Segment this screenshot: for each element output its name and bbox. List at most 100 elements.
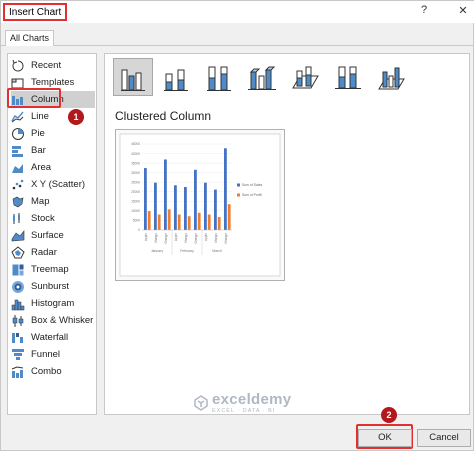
sidebar-item-label: Histogram <box>31 298 75 309</box>
funnel-chart-icon <box>11 348 25 362</box>
sidebar-item-treemap[interactable]: Treemap <box>11 261 95 278</box>
exceldemy-watermark: exceldemy EXCEL · DATA · BI <box>193 391 291 414</box>
exceldemy-logo-icon <box>194 394 208 411</box>
stock-chart-icon <box>11 212 25 226</box>
sidebar-item-recent[interactable]: Recent <box>11 57 95 74</box>
sidebar-item-sunburst[interactable]: Sunburst <box>11 278 95 295</box>
preview-x-tick: Mango <box>214 233 218 243</box>
close-button[interactable]: ✕ <box>456 4 470 17</box>
sidebar-item-label: X Y (Scatter) <box>31 179 86 190</box>
sidebar-item-combo[interactable]: Combo <box>11 363 95 380</box>
preview-chart: 0 5000 10000 15000 20000 25000 30000 35000 40000… <box>119 133 281 277</box>
box-whisker-chart-icon <box>11 314 25 328</box>
preview-x-tick: Mango <box>184 233 188 243</box>
surface-chart-icon <box>11 229 25 243</box>
sidebar-item-bar[interactable]: Bar <box>11 142 95 159</box>
sidebar-item-label: Area <box>31 162 52 173</box>
sidebar-item-stock[interactable]: Stock <box>11 210 95 227</box>
preview-bar-sales <box>154 182 157 230</box>
radar-chart-icon <box>11 245 25 260</box>
area-chart-icon <box>11 161 25 175</box>
help-button[interactable]: ? <box>417 4 431 16</box>
preview-y-tick: 35000 <box>131 161 140 165</box>
sidebar-item-surface[interactable]: Surface <box>11 227 95 244</box>
preview-bar-profit <box>157 214 161 230</box>
tab-strip: All Charts <box>1 29 474 46</box>
sidebar-item-funnel[interactable]: Funnel <box>11 346 95 363</box>
sidebar-item-pie[interactable]: Pie <box>11 125 95 142</box>
scatter-chart-icon <box>11 178 25 192</box>
combo-chart-icon <box>11 365 25 379</box>
subtype-100-stacked-column-button[interactable] <box>199 58 239 96</box>
sidebar-item-label: Combo <box>31 366 62 377</box>
watermark-name: exceldemy <box>212 391 292 408</box>
subtype-3d-stacked-column-button[interactable] <box>285 58 325 96</box>
preview-y-tick: 40000 <box>131 152 140 156</box>
preview-y-tick: 30000 <box>131 171 140 175</box>
clustered-column-icon <box>121 69 145 91</box>
subtype-3d-100-stacked-column-button[interactable] <box>328 58 368 96</box>
preview-bar-sales <box>224 148 227 230</box>
sidebar-item-map[interactable]: Map <box>11 193 95 210</box>
subtype-clustered-column-button[interactable] <box>113 58 153 96</box>
percent-stacked-column-icon <box>207 66 231 91</box>
preview-y-tick: 20000 <box>131 190 140 194</box>
preview-bar-profit <box>197 212 201 230</box>
sidebar-item-label: Waterfall <box>31 332 69 343</box>
sidebar-item-box-whisker[interactable]: Box & Whisker <box>11 312 95 329</box>
chart-preview-panel: Clustered Column 0 5000 10000 15000 20000 250… <box>104 53 470 415</box>
column-highlight-box <box>7 88 61 108</box>
cancel-button[interactable]: Cancel <box>417 429 471 447</box>
sidebar-item-label: Map <box>31 196 50 207</box>
stacked-column-icon <box>164 69 188 91</box>
subtype-stacked-column-button[interactable] <box>156 58 196 96</box>
sidebar-item-waterfall[interactable]: Waterfall <box>11 329 95 346</box>
line-chart-icon <box>11 110 25 124</box>
3d-percent-stacked-column-icon <box>335 66 361 89</box>
subtype-3d-clustered-column-button[interactable] <box>242 58 282 96</box>
preview-x-tick: Apple <box>144 233 148 241</box>
subtype-3d-column-button[interactable] <box>371 58 411 96</box>
sidebar-item-label: Sunburst <box>31 281 70 292</box>
preview-bar-profit <box>177 214 181 230</box>
preview-bar-profit <box>167 209 171 230</box>
treemap-chart-icon <box>11 263 25 277</box>
sidebar-item-radar[interactable]: Radar <box>11 244 95 261</box>
preview-x-tick: Apple <box>174 233 178 241</box>
sidebar-item-area[interactable]: Area <box>11 159 95 176</box>
tab-all-charts[interactable]: All Charts <box>5 30 55 46</box>
sidebar-item-label: Radar <box>31 247 57 258</box>
sidebar-item-label: Box & Whisker <box>31 315 94 326</box>
sidebar-item-x-y-scatter[interactable]: X Y (Scatter) <box>11 176 95 193</box>
3d-column-icon <box>378 67 405 90</box>
preview-bar-profit <box>187 216 191 230</box>
preview-bar-sales <box>204 182 207 230</box>
preview-y-tick: 10000 <box>131 209 140 213</box>
insert-chart-dialog: Insert Chart ? ✕ All Charts Recent Templa… <box>0 0 474 451</box>
subtype-title: Clustered Column <box>115 109 212 123</box>
preview-bar-sales <box>214 189 217 230</box>
recent-icon <box>11 59 25 73</box>
preview-y-tick: 15000 <box>131 200 140 204</box>
preview-y-tick: 0 <box>138 228 140 232</box>
preview-bar-profit <box>207 214 211 230</box>
subtype-row <box>113 58 414 98</box>
sidebar-item-label: Line <box>31 111 49 122</box>
pie-chart-icon <box>11 127 25 141</box>
ok-button[interactable]: OK <box>358 429 412 447</box>
preview-bar-profit <box>147 211 151 230</box>
sidebar-item-histogram[interactable]: Histogram <box>11 295 95 312</box>
sidebar-item-label: Bar <box>31 145 46 156</box>
step-badge-2: 2 <box>381 407 397 423</box>
sidebar-item-label: Stock <box>31 213 55 224</box>
3d-clustered-column-icon <box>248 66 276 90</box>
preview-bar-sales <box>144 168 147 230</box>
preview-group-label: March <box>212 249 222 253</box>
chart-thumbnail[interactable]: 0 5000 10000 15000 20000 25000 30000 35000 40000… <box>115 129 285 281</box>
sidebar-item-label: Recent <box>31 60 62 71</box>
preview-bar-sales <box>174 185 177 230</box>
sidebar-item-label: Pie <box>31 128 45 139</box>
watermark-tagline: EXCEL · DATA · BI <box>212 408 276 414</box>
preview-y-tick: 5000 <box>133 219 140 223</box>
preview-bar-sales <box>164 159 167 230</box>
